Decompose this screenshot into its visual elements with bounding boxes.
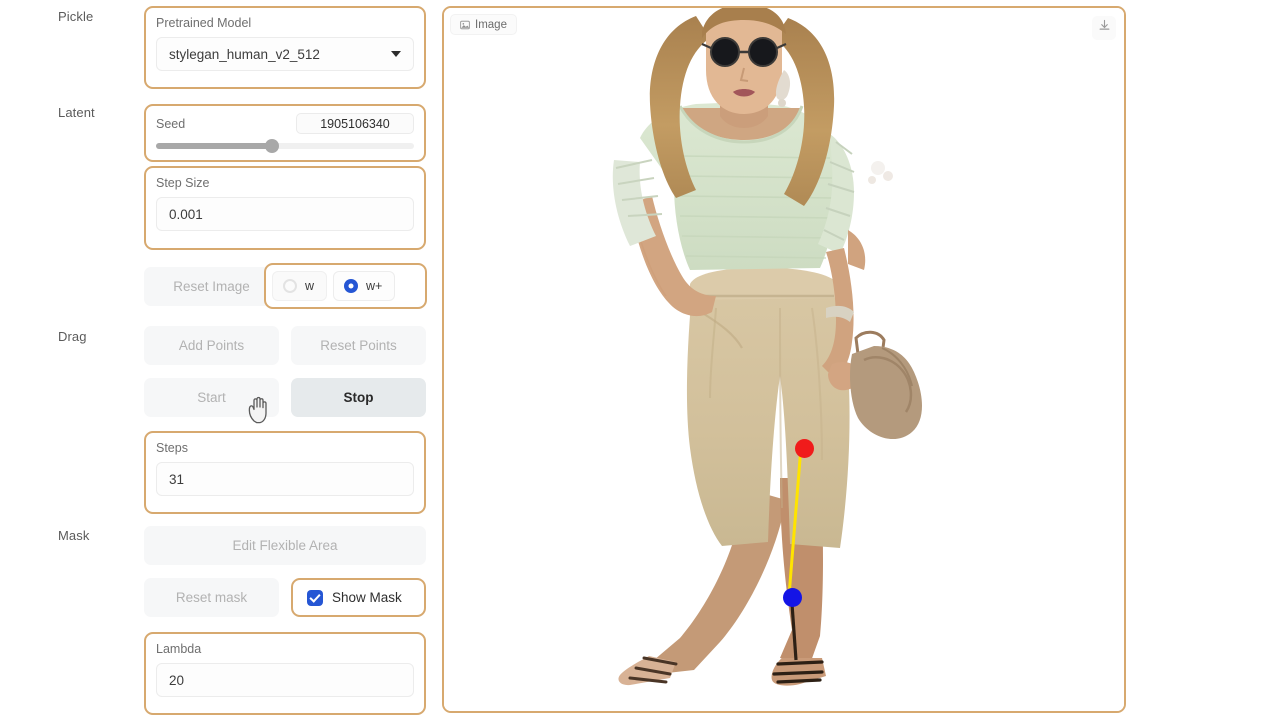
- download-icon: [1098, 19, 1111, 37]
- show-mask-label: Show Mask: [332, 590, 402, 605]
- lambda-value: 20: [169, 672, 185, 688]
- edit-flexible-area-button[interactable]: Edit Flexible Area: [144, 526, 426, 565]
- radio-option-wplus[interactable]: w+: [333, 271, 396, 301]
- radio-dot-w: [283, 279, 297, 293]
- chevron-down-icon: [391, 51, 401, 57]
- image-icon: [460, 20, 470, 30]
- add-points-button[interactable]: Add Points: [144, 326, 279, 365]
- app-root: Pickle Latent Drag Mask Pretrained Model…: [0, 0, 1280, 720]
- image-chip-label: Image: [475, 18, 507, 31]
- step-size-value: 0.001: [169, 206, 203, 222]
- target-point[interactable]: [783, 588, 802, 607]
- lambda-panel: Lambda 20: [144, 632, 426, 715]
- radio-label-w: w: [305, 279, 315, 293]
- pretrained-model-value: stylegan_human_v2_512: [169, 46, 320, 62]
- stop-button[interactable]: Stop: [291, 378, 426, 417]
- section-label-latent: Latent: [58, 105, 95, 120]
- steps-label: Steps: [156, 441, 188, 455]
- seed-slider[interactable]: [156, 139, 414, 153]
- step-size-panel: Step Size 0.001: [144, 166, 426, 250]
- seed-value: 1905106340: [320, 116, 390, 131]
- seed-slider-fill: [156, 143, 273, 149]
- lambda-label: Lambda: [156, 642, 202, 656]
- reset-points-button[interactable]: Reset Points: [291, 326, 426, 365]
- radio-option-w[interactable]: w: [272, 271, 328, 301]
- radio-dot-wplus: [344, 279, 359, 293]
- image-chip: Image: [450, 14, 517, 35]
- lambda-input[interactable]: 20: [156, 663, 414, 697]
- section-label-mask: Mask: [58, 528, 90, 543]
- generated-human-figure: [612, 8, 922, 686]
- latent-space-radio-group: w w+: [264, 263, 427, 309]
- download-button[interactable]: [1092, 16, 1116, 40]
- seed-slider-thumb[interactable]: [265, 139, 280, 153]
- pretrained-model-select[interactable]: stylegan_human_v2_512: [156, 37, 414, 71]
- section-label-drag: Drag: [58, 329, 87, 344]
- steps-value: 31: [169, 471, 185, 487]
- handle-point[interactable]: [795, 439, 814, 458]
- steps-panel: Steps 31: [144, 431, 426, 514]
- image-output-panel: Image: [442, 6, 1126, 713]
- reset-image-button[interactable]: Reset Image: [144, 267, 279, 306]
- steps-input[interactable]: 31: [156, 462, 414, 496]
- step-size-label: Step Size: [156, 176, 210, 190]
- mouse-cursor: [246, 395, 272, 430]
- step-size-input[interactable]: 0.001: [156, 197, 414, 231]
- show-mask-checkbox-panel[interactable]: Show Mask: [291, 578, 426, 617]
- pretrained-model-label: Pretrained Model: [156, 16, 252, 30]
- seed-panel: Seed 1905106340: [144, 104, 426, 162]
- reset-mask-button[interactable]: Reset mask: [144, 578, 279, 617]
- section-label-pickle: Pickle: [58, 9, 94, 24]
- show-mask-checkbox[interactable]: [307, 589, 323, 606]
- seed-input[interactable]: 1905106340: [296, 113, 414, 134]
- pretrained-model-panel: Pretrained Model stylegan_human_v2_512: [144, 6, 426, 89]
- seed-label: Seed: [156, 116, 186, 131]
- generated-image-canvas[interactable]: [444, 8, 1124, 711]
- radio-label-wplus: w+: [366, 279, 383, 293]
